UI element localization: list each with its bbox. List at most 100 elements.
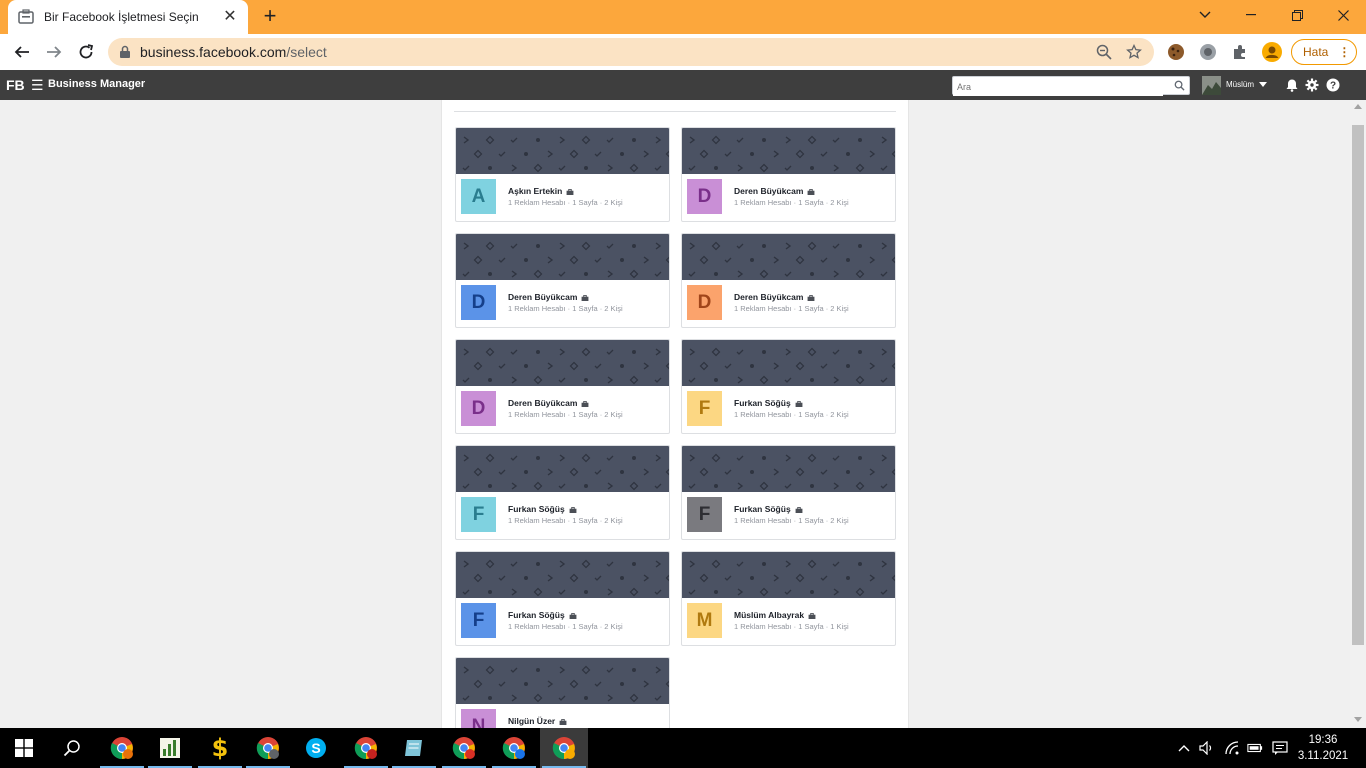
taskbar-skype[interactable]: S bbox=[292, 728, 340, 768]
cookie-extension-icon[interactable] bbox=[1166, 42, 1186, 62]
briefcase-icon bbox=[808, 295, 815, 301]
business-card[interactable]: M Müslüm Albayrak 1 Reklam Hesabı · 1 Sayf… bbox=[681, 551, 896, 646]
new-tab-button[interactable]: + bbox=[258, 5, 282, 29]
business-card[interactable]: D Deren Büyükcam 1 Reklam Hesabı · 1 Sayfa… bbox=[455, 233, 670, 328]
business-name-text: Nilgün Üzer bbox=[508, 716, 556, 726]
windows-taskbar: $ S 19:36 3.11.2021 bbox=[0, 728, 1366, 768]
business-card[interactable]: N Nilgün Üzer bbox=[455, 657, 670, 728]
taskbar-chrome-profile-5[interactable] bbox=[490, 728, 538, 768]
taskbar-dollar-app[interactable]: $ bbox=[196, 728, 244, 768]
business-name: Nilgün Üzer bbox=[508, 716, 567, 726]
scroll-up-arrow-icon[interactable] bbox=[1354, 104, 1362, 109]
taskbar-chrome-profile-4[interactable] bbox=[440, 728, 488, 768]
business-initial-avatar: D bbox=[687, 179, 722, 214]
window-close-button[interactable] bbox=[1320, 0, 1366, 30]
business-initial-avatar: D bbox=[461, 285, 496, 320]
page-favicon-icon bbox=[18, 9, 34, 24]
user-avatar[interactable] bbox=[1202, 76, 1221, 95]
extensions-puzzle-icon[interactable] bbox=[1230, 42, 1250, 62]
globe-extension-icon[interactable] bbox=[1198, 42, 1218, 62]
fb-logo[interactable]: FB bbox=[6, 77, 25, 93]
scroll-down-arrow-icon[interactable] bbox=[1354, 717, 1362, 722]
tray-overflow-chevron-icon[interactable] bbox=[1176, 740, 1192, 756]
settings-gear-icon[interactable] bbox=[1305, 78, 1319, 92]
user-name[interactable]: Müslüm bbox=[1226, 80, 1254, 89]
hamburger-menu-icon[interactable]: ☰ bbox=[31, 77, 44, 94]
back-button[interactable] bbox=[10, 40, 34, 64]
fb-search-input[interactable] bbox=[953, 78, 1163, 96]
user-menu-caret-icon[interactable] bbox=[1259, 82, 1267, 87]
profile-avatar-icon[interactable] bbox=[1262, 42, 1282, 62]
notifications-bell-icon[interactable] bbox=[1285, 78, 1299, 92]
panel-header-divider bbox=[454, 100, 896, 112]
battery-icon[interactable] bbox=[1247, 740, 1263, 756]
business-card-cover-pattern bbox=[456, 446, 669, 492]
business-name: Furkan Söğüş bbox=[508, 610, 577, 620]
profile-error-button[interactable]: Hata ⋮ bbox=[1291, 39, 1357, 65]
address-bar[interactable]: business.facebook.com/select bbox=[108, 38, 1154, 66]
search-icon[interactable] bbox=[1174, 80, 1185, 91]
tab-close-icon[interactable]: ✕ bbox=[222, 9, 238, 25]
taskbar-chrome-profile-3[interactable] bbox=[342, 728, 390, 768]
business-name: Furkan Söğüş bbox=[508, 504, 577, 514]
taskbar-chrome-profile-2[interactable] bbox=[244, 728, 292, 768]
business-card-cover-pattern bbox=[682, 552, 895, 598]
browser-menu-icon[interactable]: ⋮ bbox=[1338, 45, 1350, 59]
taskbar-chrome-active[interactable] bbox=[540, 728, 588, 768]
business-card[interactable]: D Deren Büyükcam 1 Reklam Hesabı · 1 Sayfa… bbox=[681, 233, 896, 328]
system-clock[interactable]: 19:36 3.11.2021 bbox=[1296, 732, 1350, 764]
briefcase-icon bbox=[808, 189, 815, 195]
business-card[interactable]: F Furkan Söğüş 1 Reklam Hesabı · 1 Sayfa ·… bbox=[681, 445, 896, 540]
business-card[interactable]: F Furkan Söğüş 1 Reklam Hesabı · 1 Sayfa ·… bbox=[681, 339, 896, 434]
window-minimize-button[interactable] bbox=[1228, 0, 1274, 30]
business-initial-avatar: D bbox=[687, 285, 722, 320]
bookmark-star-icon[interactable] bbox=[1124, 42, 1144, 62]
window-restore-button[interactable] bbox=[1274, 0, 1320, 30]
chrome-icon bbox=[552, 737, 575, 760]
business-name-text: Furkan Söğüş bbox=[734, 504, 791, 514]
business-initial-avatar: M bbox=[687, 603, 722, 638]
taskbar-chrome-profile-1[interactable] bbox=[98, 728, 146, 768]
zoom-icon[interactable] bbox=[1094, 42, 1114, 62]
briefcase-icon bbox=[569, 507, 577, 513]
search-icon bbox=[63, 740, 80, 757]
business-initial-avatar: A bbox=[461, 179, 496, 214]
volume-icon[interactable] bbox=[1199, 740, 1215, 756]
chart-app-icon bbox=[160, 738, 180, 758]
dollar-icon: $ bbox=[211, 734, 229, 762]
business-card[interactable]: A Aşkın Ertekin 1 Reklam Hesabı · 1 Sayfa … bbox=[455, 127, 670, 222]
help-icon[interactable]: ? bbox=[1326, 78, 1340, 92]
business-card[interactable]: F Furkan Söğüş 1 Reklam Hesabı · 1 Sayfa ·… bbox=[455, 551, 670, 646]
page-scrollbar[interactable] bbox=[1350, 100, 1366, 728]
scrollbar-thumb[interactable] bbox=[1352, 125, 1364, 645]
business-card[interactable]: D Deren Büyükcam 1 Reklam Hesabı · 1 Sayfa… bbox=[681, 127, 896, 222]
chrome-icon bbox=[256, 737, 279, 760]
business-card[interactable]: F Furkan Söğüş 1 Reklam Hesabı · 1 Sayfa ·… bbox=[455, 445, 670, 540]
app-title[interactable]: Business Manager bbox=[48, 78, 145, 90]
fb-header-bar: FB ☰ Business Manager Müslüm ? bbox=[0, 70, 1366, 100]
business-card-cover-pattern bbox=[456, 340, 669, 386]
business-initial-avatar: N bbox=[461, 709, 496, 728]
business-card-cover-pattern bbox=[456, 552, 669, 598]
start-button[interactable] bbox=[0, 728, 48, 768]
browser-tab[interactable]: Bir Facebook İşletmesi Seçin ✕ bbox=[8, 0, 248, 34]
forward-button[interactable] bbox=[42, 40, 66, 64]
forward-arrow-icon bbox=[47, 46, 62, 58]
business-name-text: Aşkın Ertekin bbox=[508, 186, 563, 196]
taskbar-search-button[interactable] bbox=[48, 728, 96, 768]
business-name-text: Furkan Söğüş bbox=[734, 398, 791, 408]
business-card-cover-pattern bbox=[682, 234, 895, 280]
window-tabsearch-chevron-icon[interactable] bbox=[1182, 0, 1228, 30]
wifi-icon[interactable] bbox=[1224, 740, 1240, 756]
business-card-cover-pattern bbox=[456, 128, 669, 174]
business-card[interactable]: D Deren Büyükcam 1 Reklam Hesabı · 1 Sayfa… bbox=[455, 339, 670, 434]
page-content: A Aşkın Ertekin 1 Reklam Hesabı · 1 Sayfa … bbox=[0, 100, 1350, 728]
language-keyboard-icon[interactable] bbox=[1272, 740, 1288, 756]
business-name: Deren Büyükcam bbox=[734, 186, 815, 196]
business-card-cover-pattern bbox=[682, 128, 895, 174]
business-name-text: Deren Büyükcam bbox=[734, 292, 804, 302]
reload-button[interactable] bbox=[74, 40, 98, 64]
notes-app-icon bbox=[405, 740, 422, 756]
taskbar-notes-app[interactable] bbox=[390, 728, 438, 768]
taskbar-chart-app[interactable] bbox=[146, 728, 194, 768]
